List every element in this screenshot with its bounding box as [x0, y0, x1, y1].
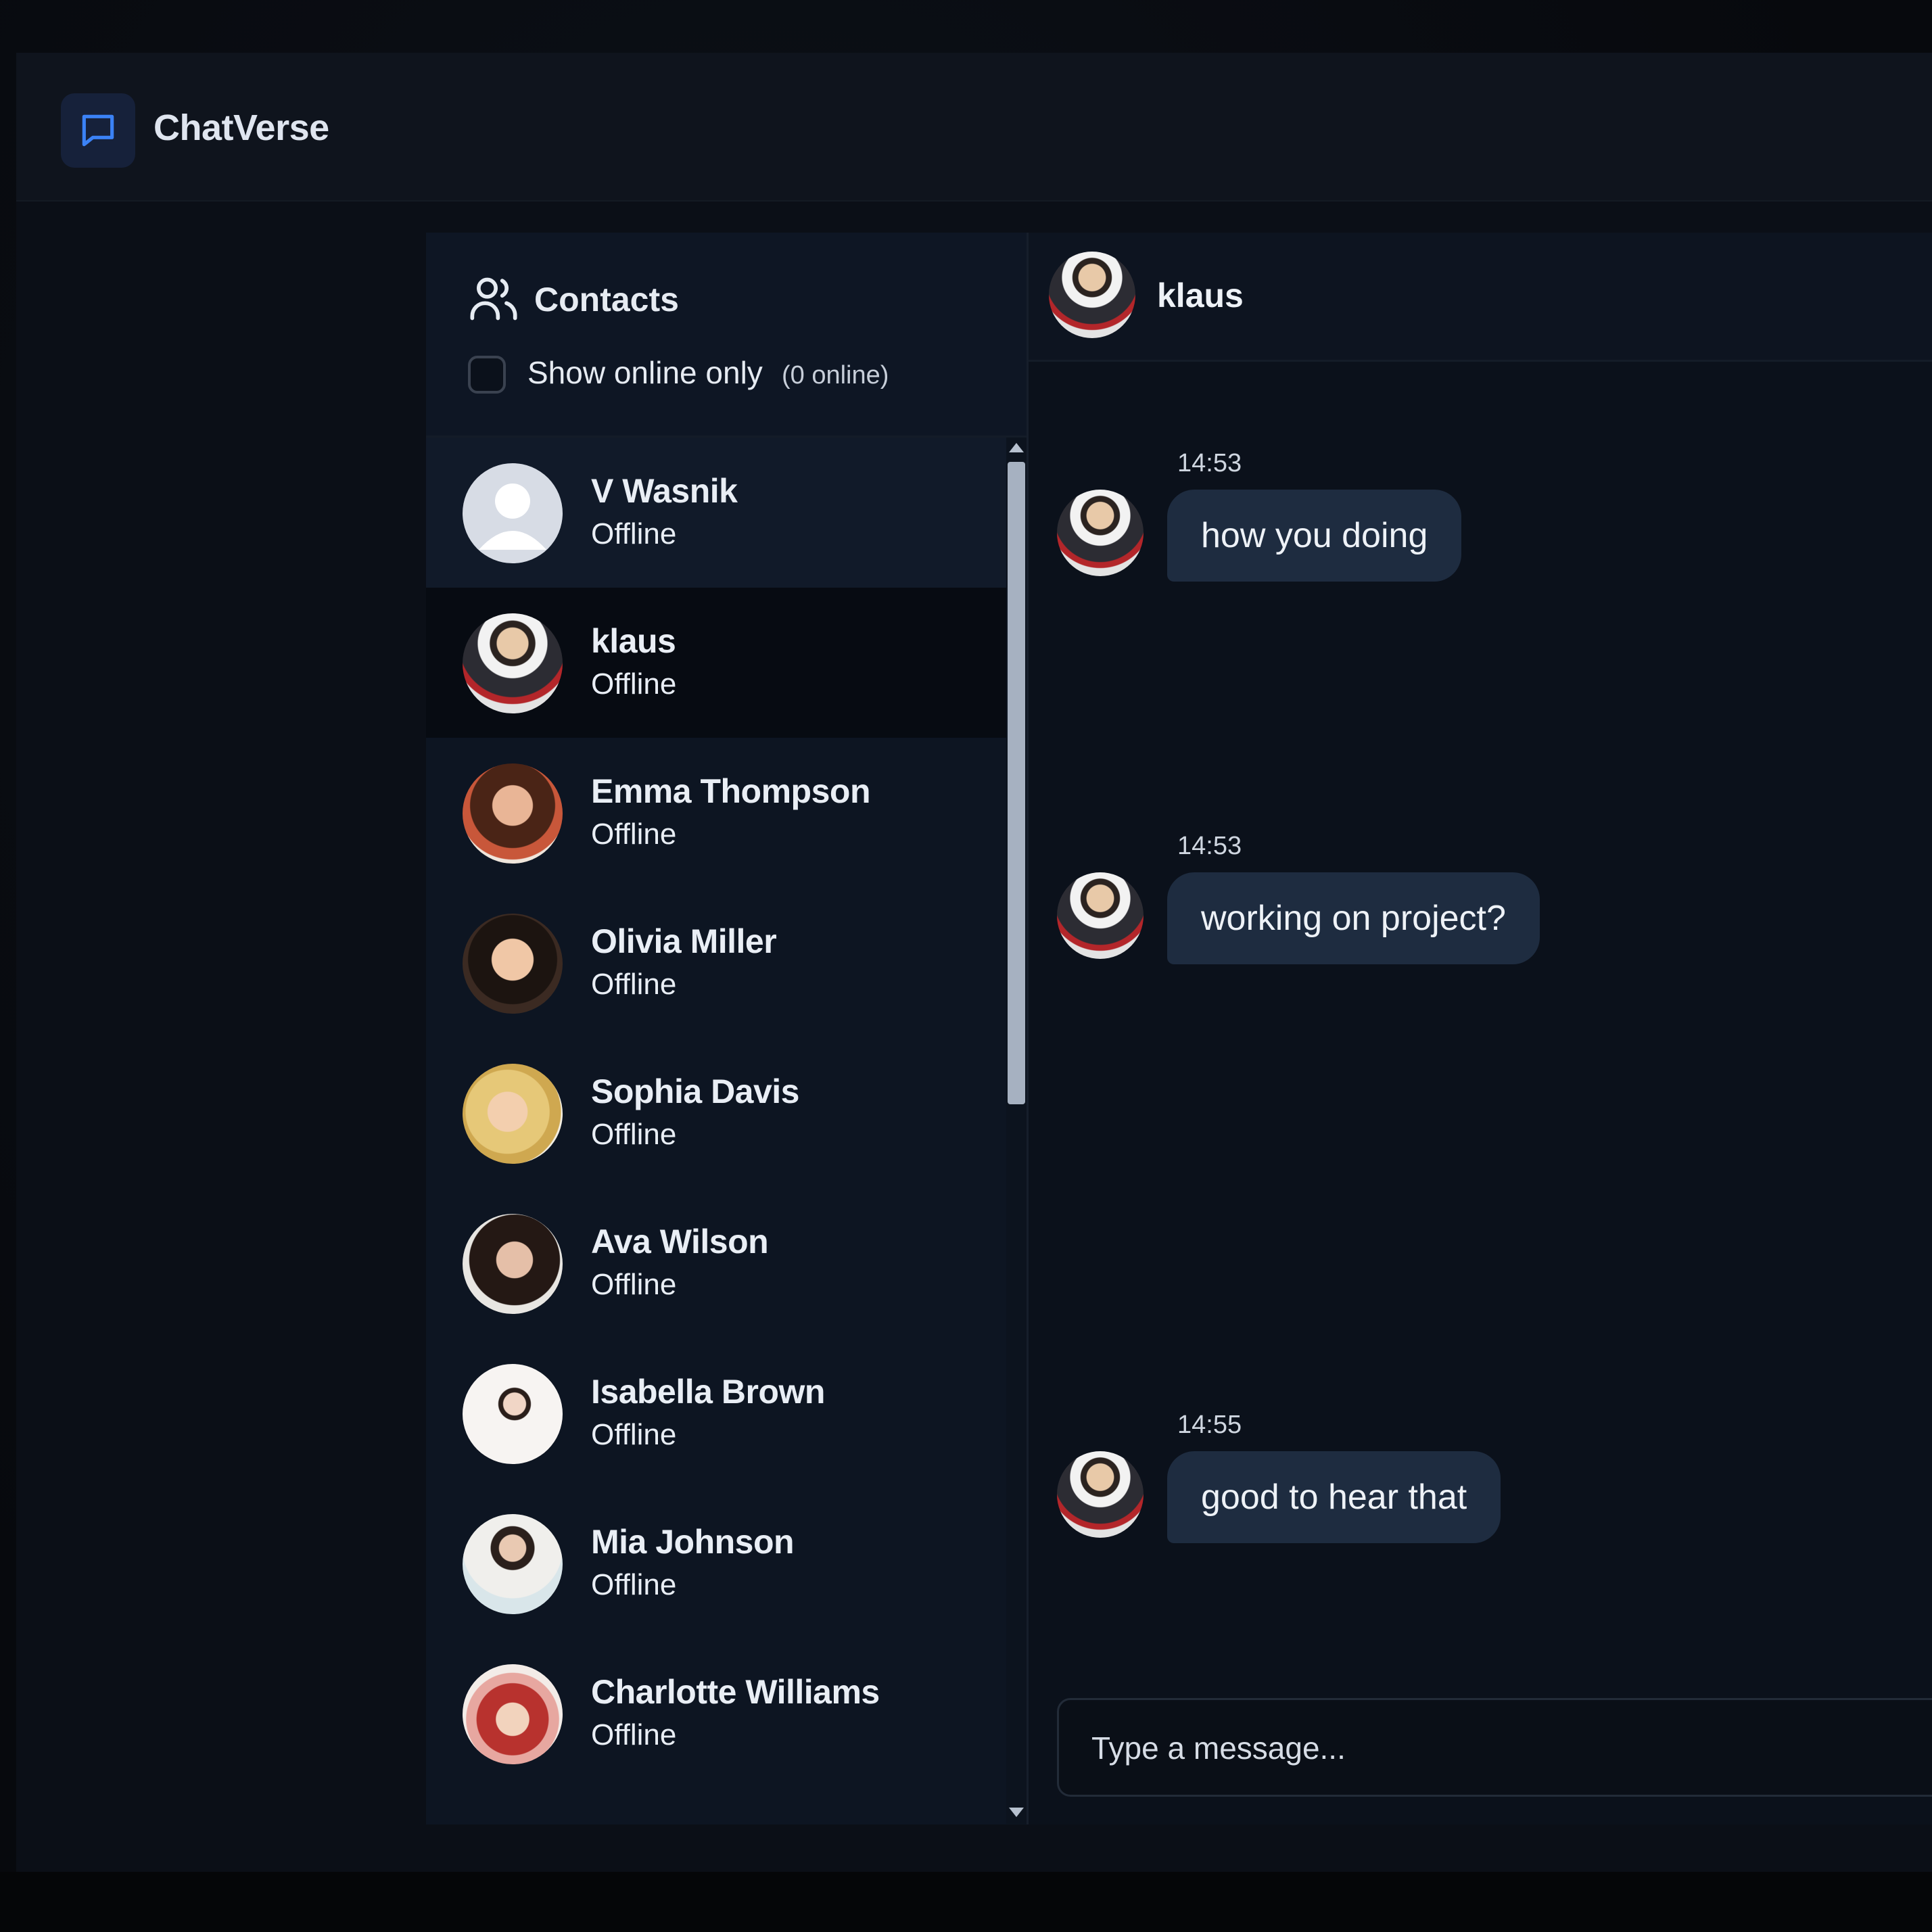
contact-status: Offline	[591, 1268, 677, 1301]
contact-item-emma-thompson[interactable]: Emma Thompson Offline	[426, 738, 1006, 888]
contact-item-isabella-brown[interactable]: Isabella Brown Offline	[426, 1338, 1006, 1488]
chat-header: klaus	[1029, 233, 1932, 362]
contact-list: V Wasnik Offline klaus Offline Emma Thom…	[426, 438, 1006, 1824]
contact-item-olivia-miller[interactable]: Olivia Miller Offline	[426, 888, 1006, 1038]
message-time: 14:55	[1177, 1411, 1242, 1439]
message-bubble: working on project?	[1167, 872, 1540, 964]
top-bar: ChatVerse	[16, 53, 1932, 202]
message-input-box[interactable]	[1057, 1698, 1932, 1797]
scroll-down-arrow-icon[interactable]	[1009, 1808, 1024, 1817]
message-bubble: how you doing	[1167, 490, 1462, 582]
contact-item-sophia-davis[interactable]: Sophia Davis Offline	[426, 1038, 1006, 1188]
message-avatar	[1057, 872, 1144, 959]
photo-avatar	[463, 1364, 563, 1464]
contact-status: Offline	[591, 1718, 677, 1751]
contact-status: Offline	[591, 818, 677, 851]
contact-name: klaus	[591, 622, 676, 660]
contacts-panel: Contacts Show online only (0 online) V W…	[426, 233, 1029, 1824]
contact-status: Offline	[591, 1118, 677, 1151]
contact-name: Ava Wilson	[591, 1223, 769, 1260]
message-time: 14:53	[1177, 832, 1242, 860]
contacts-header: Contacts Show online only (0 online)	[426, 233, 1027, 438]
message-item: 14:53 working on project?	[1029, 832, 1932, 981]
message-bubble: good to hear that	[1167, 1451, 1501, 1543]
contact-status: Offline	[591, 1568, 677, 1601]
contact-item-charlotte-williams[interactable]: Charlotte Williams Offline	[426, 1639, 1006, 1789]
app-logo[interactable]	[61, 93, 135, 168]
message-input[interactable]	[1090, 1700, 1904, 1796]
contact-status: Offline	[591, 1418, 677, 1451]
contact-item-v-wasnik[interactable]: V Wasnik Offline	[426, 438, 1006, 588]
app-title: ChatVerse	[154, 108, 329, 148]
app-window: ChatVerse Contacts Show online only (0 o…	[16, 53, 1932, 1872]
contact-list-scrollbar[interactable]	[1006, 438, 1027, 1824]
contact-status: Offline	[591, 667, 677, 701]
contact-name: Mia Johnson	[591, 1523, 795, 1561]
chat-panel: klaus 14:53 how you doing 14:53 working …	[1029, 233, 1932, 1824]
contact-name: Sophia Davis	[591, 1073, 800, 1110]
photo-avatar	[463, 1514, 563, 1614]
contact-name: Isabella Brown	[591, 1373, 825, 1411]
contact-status: Offline	[591, 517, 677, 550]
scroll-thumb[interactable]	[1008, 462, 1025, 1104]
chat-bubble-icon	[82, 114, 114, 147]
message-avatar	[1057, 490, 1144, 576]
contact-item-ava-wilson[interactable]: Ava Wilson Offline	[426, 1188, 1006, 1338]
users-icon	[470, 277, 517, 321]
photo-avatar	[463, 1214, 563, 1314]
monitor-bottom-bezel	[0, 1872, 1932, 1932]
message-item: 14:53 how you doing	[1029, 449, 1932, 598]
photo-avatar	[463, 613, 563, 713]
default-avatar	[463, 463, 563, 563]
photo-avatar	[463, 914, 563, 1014]
contact-name: Emma Thompson	[591, 772, 870, 810]
online-count: (0 online)	[782, 361, 889, 390]
chat-contact-avatar	[1049, 252, 1135, 338]
message-avatar	[1057, 1451, 1144, 1538]
contacts-title: Contacts	[534, 281, 679, 319]
scroll-up-arrow-icon[interactable]	[1009, 443, 1024, 452]
photo-avatar	[463, 1064, 563, 1164]
photo-avatar	[463, 1664, 563, 1764]
show-online-label[interactable]: Show online only	[527, 354, 763, 391]
message-time: 14:53	[1177, 449, 1242, 477]
show-online-checkbox[interactable]	[468, 356, 506, 394]
contact-name: Charlotte Williams	[591, 1673, 880, 1711]
contact-status: Offline	[591, 968, 677, 1001]
chat-contact-name: klaus	[1157, 277, 1244, 314]
contact-name: Olivia Miller	[591, 922, 777, 960]
contact-name: V Wasnik	[591, 472, 738, 510]
message-item: 14:55 good to hear that	[1029, 1411, 1932, 1559]
contact-item-mia-johnson[interactable]: Mia Johnson Offline	[426, 1488, 1006, 1639]
contact-item-klaus[interactable]: klaus Offline	[426, 588, 1006, 738]
photo-avatar	[463, 763, 563, 864]
